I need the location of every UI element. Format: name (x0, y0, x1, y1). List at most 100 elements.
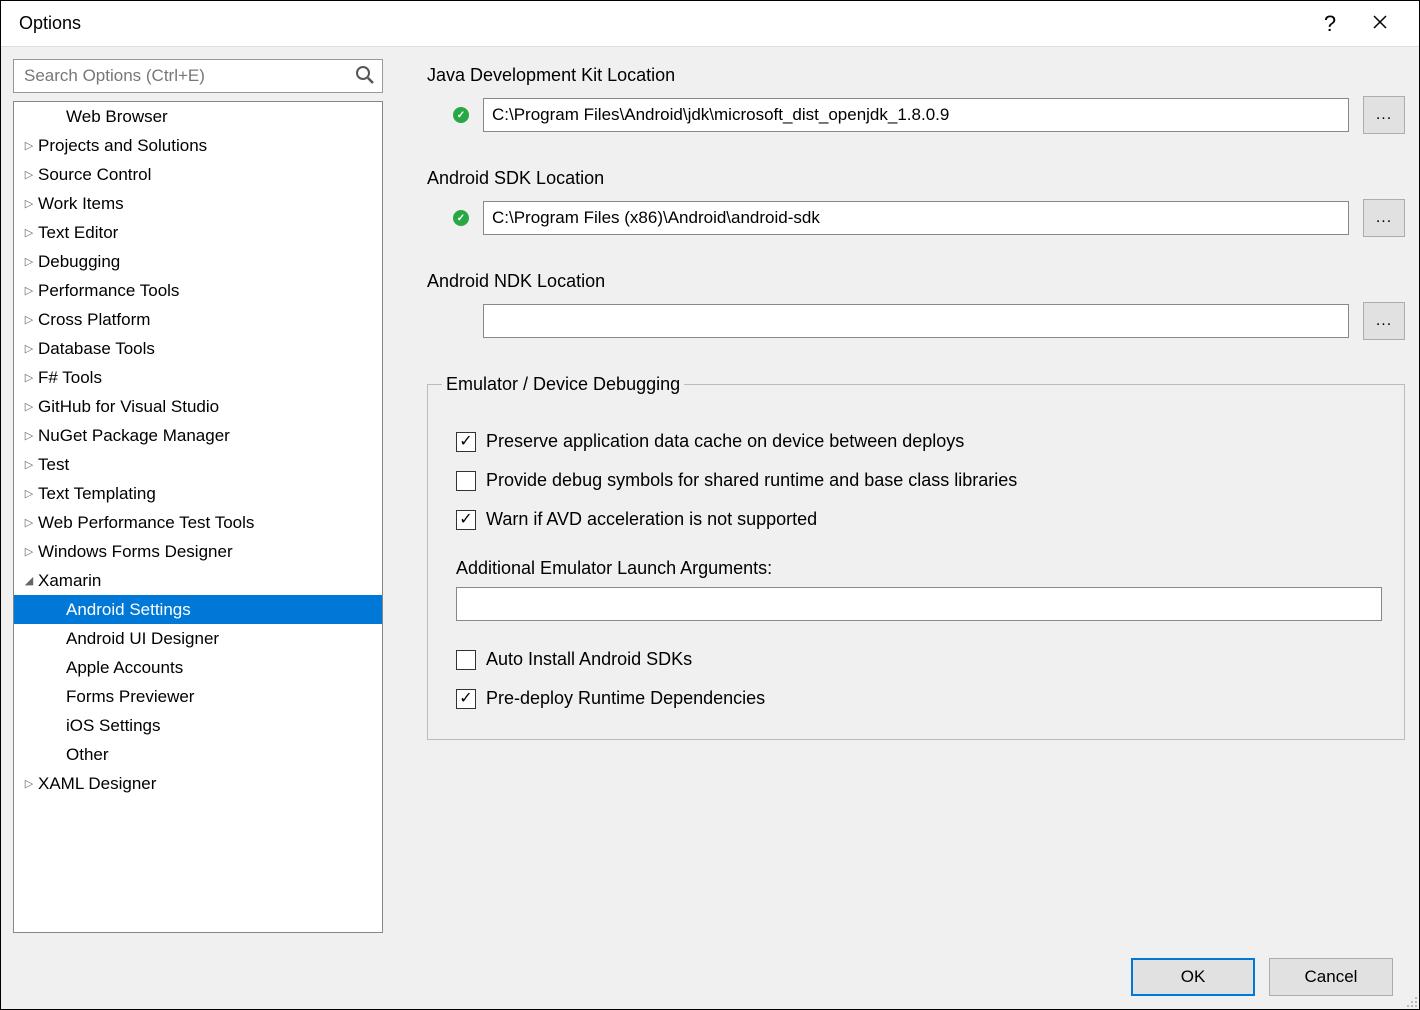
chevron-right-icon: ▷ (20, 284, 38, 297)
tree-item-label: Test (38, 455, 69, 475)
search-wrap (13, 59, 383, 93)
check-ok-icon (453, 210, 469, 226)
tree-item-label: Windows Forms Designer (38, 542, 233, 562)
close-button[interactable] (1355, 10, 1405, 38)
search-input[interactable] (13, 59, 383, 93)
tree-item[interactable]: ▷Windows Forms Designer (14, 537, 382, 566)
tree-item-label: Forms Previewer (66, 687, 194, 707)
tree-item[interactable]: ▷Database Tools (14, 334, 382, 363)
debugsym-checkbox-row[interactable]: Provide debug symbols for shared runtime… (456, 470, 1382, 491)
tree-item-label: Projects and Solutions (38, 136, 207, 156)
chevron-right-icon: ▷ (20, 168, 38, 181)
left-panel: ▷Web Browser▷Projects and Solutions▷Sour… (1, 47, 393, 945)
tree-item[interactable]: ▷Forms Previewer (14, 682, 382, 711)
jdk-label: Java Development Kit Location (427, 65, 1405, 86)
chevron-down-icon: ◢ (20, 574, 38, 587)
checkbox-label: Preserve application data cache on devic… (486, 431, 964, 452)
jdk-browse-button[interactable]: ... (1363, 96, 1405, 134)
cancel-button[interactable]: Cancel (1269, 958, 1393, 996)
tree-item[interactable]: ◢Xamarin (14, 566, 382, 595)
tree-item[interactable]: ▷Android UI Designer (14, 624, 382, 653)
tree-item[interactable]: ▷Text Templating (14, 479, 382, 508)
chevron-right-icon: ▷ (20, 371, 38, 384)
checkbox-icon[interactable] (456, 689, 476, 709)
tree-item[interactable]: ▷Work Items (14, 189, 382, 218)
tree-item[interactable]: ▷GitHub for Visual Studio (14, 392, 382, 421)
checkbox-icon[interactable] (456, 510, 476, 530)
jdk-row: ... (453, 96, 1405, 134)
checkbox-icon[interactable] (456, 650, 476, 670)
tree-item-label: Database Tools (38, 339, 155, 359)
tree-item[interactable]: ▷Cross Platform (14, 305, 382, 334)
chevron-right-icon: ▷ (20, 545, 38, 558)
tree-item-label: Text Templating (38, 484, 156, 504)
checkbox-icon[interactable] (456, 471, 476, 491)
checkbox-label: Warn if AVD acceleration is not supporte… (486, 509, 817, 530)
tree-item-label: Android Settings (66, 600, 191, 620)
checkbox-icon[interactable] (456, 432, 476, 452)
checkbox-label: Auto Install Android SDKs (486, 649, 692, 670)
avd-checkbox-row[interactable]: Warn if AVD acceleration is not supporte… (456, 509, 1382, 530)
tree-item-label: Cross Platform (38, 310, 150, 330)
sdk-label: Android SDK Location (427, 168, 1405, 189)
preserve-checkbox-row[interactable]: Preserve application data cache on devic… (456, 431, 1382, 452)
tree-item-label: Xamarin (38, 571, 101, 591)
chevron-right-icon: ▷ (20, 197, 38, 210)
sdk-row: ... (453, 199, 1405, 237)
footer: OK Cancel (1, 945, 1419, 1009)
sdk-input[interactable] (483, 201, 1349, 235)
close-icon (1372, 14, 1388, 30)
resize-grip-icon[interactable] (1404, 994, 1418, 1008)
tree-item-label: Work Items (38, 194, 124, 214)
checkbox-label: Provide debug symbols for shared runtime… (486, 470, 1017, 491)
tree-item-label: iOS Settings (66, 716, 161, 736)
chevron-right-icon: ▷ (20, 429, 38, 442)
ndk-input[interactable] (483, 304, 1349, 338)
tree-item[interactable]: ▷Android Settings (14, 595, 382, 624)
tree-item-label: F# Tools (38, 368, 102, 388)
tree-item[interactable]: ▷Web Browser (14, 102, 382, 131)
tree-item[interactable]: ▷NuGet Package Manager (14, 421, 382, 450)
ok-button[interactable]: OK (1131, 958, 1255, 996)
launch-args-input[interactable] (456, 587, 1382, 621)
tree-item[interactable]: ▷F# Tools (14, 363, 382, 392)
chevron-right-icon: ▷ (20, 458, 38, 471)
autoinstall-checkbox-row[interactable]: Auto Install Android SDKs (456, 649, 1382, 670)
tree-item[interactable]: ▷Debugging (14, 247, 382, 276)
tree-item[interactable]: ▷Test (14, 450, 382, 479)
chevron-right-icon: ▷ (20, 139, 38, 152)
predeploy-checkbox-row[interactable]: Pre-deploy Runtime Dependencies (456, 688, 1382, 709)
chevron-right-icon: ▷ (20, 516, 38, 529)
tree-item-label: Web Browser (66, 107, 168, 127)
emulator-fieldset: Emulator / Device Debugging Preserve app… (427, 374, 1405, 740)
tree-item[interactable]: ▷Web Performance Test Tools (14, 508, 382, 537)
tree-item[interactable]: ▷Source Control (14, 160, 382, 189)
tree-item-label: Source Control (38, 165, 151, 185)
chevron-right-icon: ▷ (20, 342, 38, 355)
tree-item[interactable]: ▷Text Editor (14, 218, 382, 247)
tree-item[interactable]: ▷iOS Settings (14, 711, 382, 740)
options-tree[interactable]: ▷Web Browser▷Projects and Solutions▷Sour… (13, 101, 383, 933)
help-button[interactable]: ? (1305, 11, 1355, 37)
tree-item[interactable]: ▷Other (14, 740, 382, 769)
sdk-browse-button[interactable]: ... (1363, 199, 1405, 237)
tree-item-label: Web Performance Test Tools (38, 513, 254, 533)
tree-item[interactable]: ▷XAML Designer (14, 769, 382, 798)
tree-item-label: Performance Tools (38, 281, 179, 301)
window-title: Options (19, 13, 1305, 34)
chevron-right-icon: ▷ (20, 313, 38, 326)
chevron-right-icon: ▷ (20, 777, 38, 790)
tree-item-label: GitHub for Visual Studio (38, 397, 219, 417)
tree-item-label: Text Editor (38, 223, 118, 243)
settings-panel: Java Development Kit Location ... Androi… (393, 47, 1419, 945)
tree-item[interactable]: ▷Apple Accounts (14, 653, 382, 682)
ndk-row: ... (453, 302, 1405, 340)
tree-item[interactable]: ▷Performance Tools (14, 276, 382, 305)
check-ok-icon (453, 107, 469, 123)
checkbox-label: Pre-deploy Runtime Dependencies (486, 688, 765, 709)
tree-item-label: Apple Accounts (66, 658, 183, 678)
ndk-browse-button[interactable]: ... (1363, 302, 1405, 340)
tree-item-label: NuGet Package Manager (38, 426, 230, 446)
tree-item[interactable]: ▷Projects and Solutions (14, 131, 382, 160)
jdk-input[interactable] (483, 98, 1349, 132)
